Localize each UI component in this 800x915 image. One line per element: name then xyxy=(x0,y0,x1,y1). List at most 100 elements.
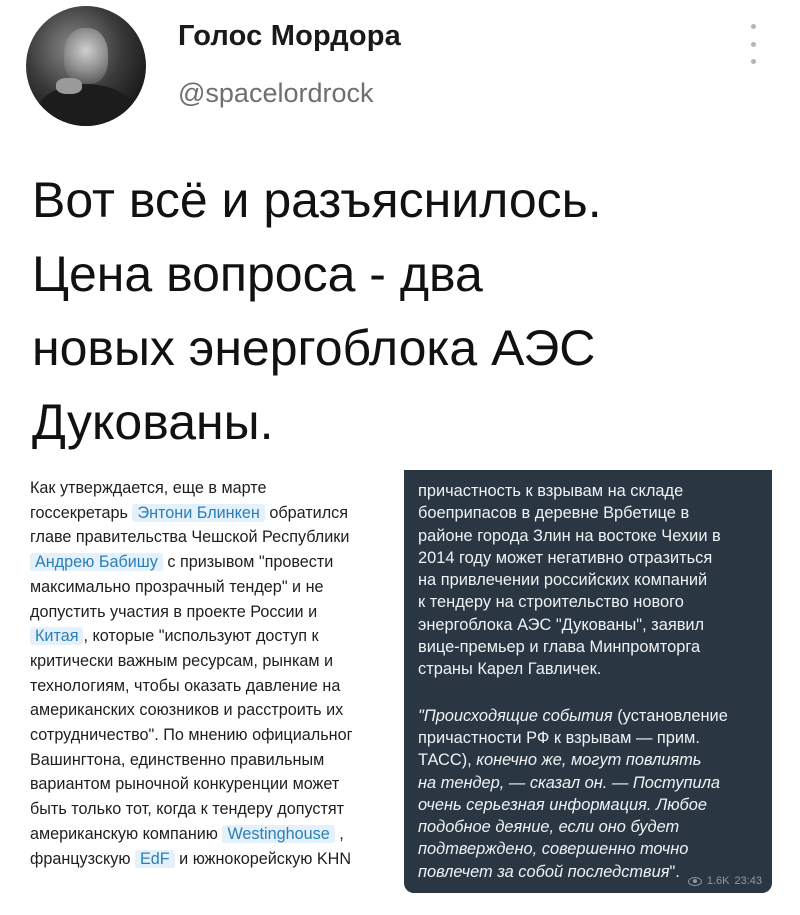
attached-image-left[interactable]: Как утверждается, еще в марте госсекретар… xyxy=(22,470,396,890)
text-segment: быть только тот, когда к тендеру допустя… xyxy=(30,800,345,819)
text-segment: к тендеру на строительство нового xyxy=(418,593,684,612)
text-line: вице-премьер и глава Минпромторга xyxy=(418,636,762,658)
text-line: подобное деяние, если оно будет xyxy=(418,816,762,838)
text-line: Как утверждается, еще в марте xyxy=(30,476,392,501)
text-segment: вице-премьер и глава Минпромторга xyxy=(418,638,701,657)
text-line: американских союзников и расстроить их xyxy=(30,698,392,723)
text-line: сотрудничество". По мнению официальног xyxy=(30,723,392,748)
text-line: Китая, которые "используют доступ к xyxy=(30,624,392,649)
text-line: главе правительства Чешской Республики xyxy=(30,525,392,550)
text-line: к тендеру на строительство нового xyxy=(418,591,762,613)
text-segment: французскую xyxy=(30,849,135,868)
text-line: вариантом рыночной конкуренции может xyxy=(30,772,392,797)
text-segment: подобное деяние, если оно будет xyxy=(418,818,680,837)
text-segment: технологиям, чтобы оказать давление на xyxy=(30,676,341,695)
text-line: боеприпасов в деревне Врбетице в xyxy=(418,502,762,524)
text-line: критически важным ресурсам, рынкам и xyxy=(30,649,392,674)
text-segment: на привлечении российских компаний xyxy=(418,571,708,590)
text-segment: вариантом рыночной конкуренции может xyxy=(30,775,340,794)
text-line: энергоблока АЭС "Дукованы", заявил xyxy=(418,614,762,636)
text-segment: Вашингтона, единственно правильным xyxy=(30,750,325,769)
tweet-line: Вот всё и разъяснилось. xyxy=(32,172,602,228)
message-time: 23:43 xyxy=(734,875,762,887)
text-line: подтверждено, совершенно точно xyxy=(418,838,762,860)
text-segment: районе города Злин на востоке Чехии в xyxy=(418,526,721,545)
text-segment: сотрудничество". По мнению официальног xyxy=(30,726,353,745)
entity-link[interactable]: Westinghouse xyxy=(222,824,335,843)
text-segment: энергоблока АЭС "Дукованы", заявил xyxy=(418,615,705,634)
text-segment: подтверждено, совершенно точно xyxy=(418,840,689,859)
text-segment: (установление xyxy=(612,706,728,725)
text-segment: очень серьезная информация. Любое xyxy=(418,795,707,814)
text-segment: обратился xyxy=(264,503,349,522)
avatar-silhouette xyxy=(36,84,136,126)
text-line: 2014 году может негативно отразиться xyxy=(418,547,762,569)
text-line: технологиям, чтобы оказать давление на xyxy=(30,674,392,699)
text-segment: максимально прозрачный тендер" и не xyxy=(30,577,324,596)
entity-link[interactable]: Энтони Блинкен xyxy=(132,503,265,522)
more-vertical-icon[interactable] xyxy=(743,24,763,64)
entity-link[interactable]: Андрею Бабишу xyxy=(30,553,163,572)
text-segment: с призывом "провести xyxy=(162,553,334,572)
text-line: максимально прозрачный тендер" и не xyxy=(30,575,392,600)
text-line: быть только тот, когда к тендеру допустя… xyxy=(30,797,392,822)
text-segment: повлечет за собой последствия xyxy=(418,862,670,881)
text-line: Андрею Бабишу с призывом "провести xyxy=(30,550,392,575)
text-segment: , xyxy=(334,824,344,843)
text-segment: , которые "используют доступ к xyxy=(83,627,319,646)
tweet-line: Дукованы. xyxy=(32,394,274,450)
text-segment: критически важным ресурсам, рынкам и xyxy=(30,651,334,670)
text-line: ТАСС), конечно же, могут повлиять xyxy=(418,749,762,771)
view-count: 1.6K xyxy=(706,875,730,887)
attached-image-right[interactable]: причастность к взрывам на складе боеприпа… xyxy=(404,470,772,893)
text-segment: "Происходящие события xyxy=(418,706,613,725)
text-segment: причастность к взрывам на складе xyxy=(418,482,684,500)
message-footer: 1.6K 23:43 xyxy=(687,875,762,887)
text-line: на привлечении российских компаний xyxy=(418,569,762,591)
entity-link[interactable]: Китая xyxy=(30,627,84,646)
text-segment: боеприпасов в деревне Врбетице в xyxy=(418,504,690,523)
text-segment: американских союзников и расстроить их xyxy=(30,701,344,720)
text-line: "Происходящие события (установление xyxy=(418,705,762,727)
text-line: на тендер, — сказал он. — Поступила xyxy=(418,772,762,794)
eye-icon xyxy=(687,876,702,886)
text-line: страны Карел Гавличек. xyxy=(418,658,762,680)
entity-link[interactable]: EdF xyxy=(134,849,175,868)
text-line: очень серьезная информация. Любое xyxy=(418,794,762,816)
text-segment: конечно же, могут повлиять xyxy=(476,751,702,770)
more-dot xyxy=(750,24,756,29)
tweet-line: Цена вопроса - два xyxy=(32,246,483,302)
more-dot xyxy=(750,59,756,64)
avatar[interactable] xyxy=(26,6,146,126)
text-line: Вашингтона, единственно правильным xyxy=(30,748,392,773)
right-article-paragraph: причастность к взрывам на складе боеприпа… xyxy=(404,470,772,681)
text-segment: госсекретарь xyxy=(30,503,133,522)
text-segment: ТАСС), xyxy=(418,751,477,770)
text-segment: причастности РФ к взрывам — прим. xyxy=(418,728,700,747)
author-display-name[interactable]: Голос Мордора xyxy=(178,20,401,53)
text-segment: допустить участия в проекте России и xyxy=(30,602,318,621)
tweet-line: новых энергоблока АЭС xyxy=(32,320,596,376)
text-line: допустить участия в проекте России и xyxy=(30,600,392,625)
text-segment: на тендер, — сказал он. — Поступила xyxy=(418,773,721,792)
text-segment: американскую компанию xyxy=(30,824,223,843)
text-segment: и южнокорейскую KHN xyxy=(174,849,352,868)
right-article-quote: "Происходящие события (установление прича… xyxy=(404,681,772,883)
text-segment: 2014 году может негативно отразиться xyxy=(418,548,713,567)
author-handle[interactable]: @spacelordrock xyxy=(178,78,374,109)
text-segment: Как утверждается, еще в марте xyxy=(30,479,267,497)
text-segment: ". xyxy=(669,862,680,881)
text-line: причастность к взрывам на складе xyxy=(418,480,762,502)
text-segment: главе правительства Чешской Республики xyxy=(30,528,350,547)
more-dot xyxy=(750,41,756,47)
tweet-text: Вот всё и разъяснилось. Цена вопроса - д… xyxy=(32,163,772,459)
avatar-face xyxy=(64,28,108,84)
avatar-hand xyxy=(56,78,82,94)
text-line: французскую EdF и южнокорейскую KHN xyxy=(30,847,392,872)
text-line: американскую компанию Westinghouse , xyxy=(30,822,392,847)
left-article-text: Как утверждается, еще в марте госсекретар… xyxy=(22,470,396,871)
text-line: районе города Злин на востоке Чехии в xyxy=(418,525,762,547)
text-line: госсекретарь Энтони Блинкен обратился xyxy=(30,501,392,526)
text-segment: страны Карел Гавличек. xyxy=(418,660,602,679)
text-line: причастности РФ к взрывам — прим. xyxy=(418,727,762,749)
